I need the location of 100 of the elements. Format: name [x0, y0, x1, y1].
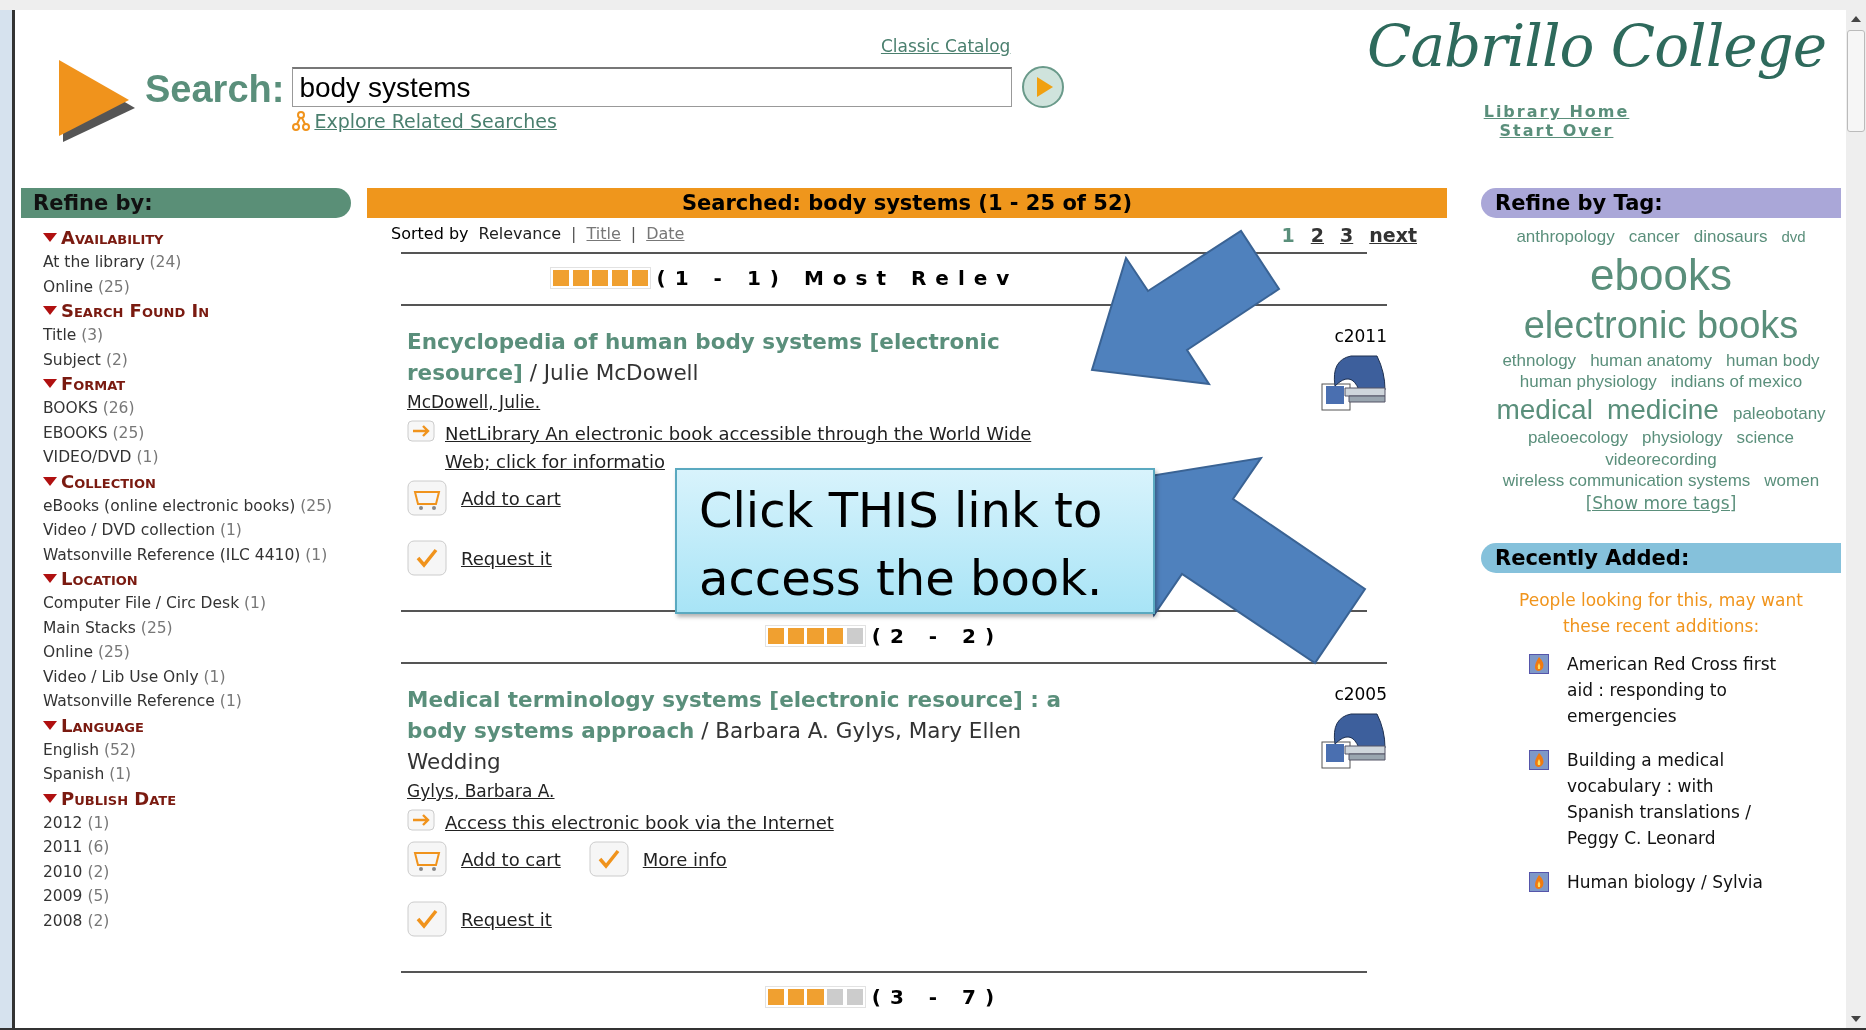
tag-link[interactable]: ethnology	[1502, 349, 1577, 371]
author-link[interactable]: McDowell, Julie.	[407, 392, 541, 412]
page-link[interactable]: 2	[1310, 224, 1324, 246]
tag-link[interactable]: human physiology	[1519, 371, 1657, 393]
facet-heading[interactable]: Location	[61, 567, 138, 591]
scrollbar-thumb[interactable]	[1847, 30, 1865, 132]
classic-catalog-link[interactable]: Classic Catalog	[880, 36, 1011, 56]
next-page-link[interactable]: next	[1369, 224, 1417, 246]
facet-link[interactable]: Watsonville Reference (1)	[43, 689, 351, 714]
go-button[interactable]	[1020, 64, 1067, 110]
facet-heading[interactable]: Collection	[61, 469, 156, 494]
arrow-right-icon	[407, 420, 435, 442]
author-link[interactable]: Gylys, Barbara A.	[407, 781, 555, 801]
facet-link[interactable]: 2012 (1)	[43, 810, 351, 835]
show-more-tags-link[interactable]: [Show more tags]	[1585, 493, 1737, 513]
tag-link[interactable]: electronic books	[1523, 302, 1799, 350]
facet-link[interactable]: EBOOKS (25)	[43, 420, 351, 445]
recent-title-link[interactable]: Building a medical vocabulary : with Spanish translations / Peggy C. Leonard	[1567, 747, 1781, 851]
relevance-heading: (2 - 2)	[871, 624, 1004, 648]
scroll-up-icon[interactable]	[1849, 14, 1863, 24]
facet-link[interactable]: BOOKS (26)	[43, 396, 351, 421]
action-link[interactable]: Request it	[461, 547, 552, 569]
separator: |	[630, 224, 637, 245]
facet-heading[interactable]: Publish Date	[61, 786, 177, 811]
facet-link[interactable]: VIDEO/DVD (1)	[43, 445, 351, 470]
page-link[interactable]: 3	[1340, 224, 1354, 246]
tag-link[interactable]: anthropology	[1516, 226, 1615, 248]
caret-icon[interactable]	[43, 306, 57, 316]
tag-link[interactable]: women	[1764, 469, 1820, 491]
facet-link[interactable]: 2010 (2)	[43, 859, 351, 884]
tag-link[interactable]: dvd	[1781, 228, 1806, 247]
tag-link[interactable]: wireless communication systems	[1502, 469, 1751, 491]
separator: |	[571, 224, 577, 245]
recent-title-link[interactable]: Human biology / Sylvia	[1567, 869, 1763, 895]
facet-link[interactable]: 2011 (6)	[43, 835, 351, 860]
facet-link[interactable]: English (52)	[43, 737, 351, 762]
checkmark-icon[interactable]	[407, 901, 447, 937]
action-link[interactable]: Request it	[461, 908, 552, 930]
facet-link[interactable]: eBooks (online electronic books) (25)	[43, 493, 351, 518]
facet-link[interactable]: Computer File / Circ Desk (1)	[43, 591, 351, 616]
tag-link[interactable]: cancer	[1628, 226, 1680, 248]
caret-icon[interactable]	[43, 233, 57, 243]
facet-link[interactable]: 2008 (2)	[43, 908, 351, 933]
tag-refine-header: Refine by Tag:	[1481, 188, 1841, 218]
caret-icon[interactable]	[43, 379, 57, 389]
tag-link[interactable]: ebooks	[1590, 247, 1732, 303]
facet-link[interactable]: Video / Lib Use Only (1)	[43, 664, 351, 689]
explore-related-link[interactable]: Explore Related Searches	[314, 110, 557, 132]
facet-heading[interactable]: Format	[61, 372, 126, 396]
tag-link[interactable]: videorecording	[1605, 448, 1717, 470]
caret-icon[interactable]	[43, 793, 57, 804]
facet-link[interactable]: At the library (24)	[43, 250, 351, 275]
record-title[interactable]: Encyclopedia of human body systems [electronic resource] / Julie McDowell	[407, 326, 1077, 388]
tag-link[interactable]: medical	[1496, 392, 1593, 428]
library-home-link[interactable]: Library Home	[1483, 102, 1630, 121]
add-to-cart-link[interactable]: Add to cart	[461, 487, 561, 509]
scroll-down-icon[interactable]	[1849, 1014, 1863, 1024]
tag-link[interactable]: medicine	[1606, 392, 1719, 428]
action-link[interactable]: More info	[642, 848, 727, 870]
sort-option[interactable]: Title	[586, 224, 621, 246]
facet-link[interactable]: Title (3)	[43, 323, 351, 348]
caret-icon[interactable]	[43, 476, 57, 487]
access-link[interactable]: Access this electronic book via the Internet	[445, 809, 1055, 837]
facet-link[interactable]: Main Stacks (25)	[43, 615, 351, 640]
record-title[interactable]: Medical terminology systems [electronic resource] : a body systems approach / Barbara A. Gylys, Mary Ellen Wedding	[407, 684, 1077, 777]
tag-link[interactable]: paleoecology	[1527, 427, 1629, 449]
facet-link[interactable]: Video / DVD collection (1)	[43, 518, 351, 543]
recent-title-link[interactable]: American Red Cross first aid : responding to emergencies	[1567, 651, 1781, 729]
page-link[interactable]: 1	[1281, 224, 1295, 246]
tag-link[interactable]: paleobotany	[1732, 403, 1826, 425]
checkmark-icon[interactable]	[407, 540, 447, 576]
search-field[interactable]: body systems	[292, 67, 1013, 107]
tag-link[interactable]: science	[1736, 427, 1795, 449]
caret-icon[interactable]	[43, 720, 57, 731]
relevance-heading: (1 - 1) Most Relev	[656, 266, 1019, 290]
sort-option[interactable]: Relevance	[478, 224, 562, 246]
tag-link[interactable]: human anatomy	[1590, 349, 1713, 371]
facet-link[interactable]: Online (25)	[43, 274, 351, 299]
sort-option[interactable]: Date	[646, 224, 685, 246]
facet-link[interactable]: 2009 (5)	[43, 884, 351, 909]
facet-link[interactable]: Spanish (1)	[43, 762, 351, 787]
facet-link[interactable]: Online (25)	[43, 640, 351, 665]
facet-link[interactable]: Watsonville Reference (ILC 4410) (1)	[43, 542, 351, 567]
sorted-by-label: Sorted by	[391, 224, 469, 245]
tag-link[interactable]: human body	[1726, 349, 1820, 371]
start-over-link[interactable]: Start Over	[1499, 121, 1614, 140]
checkmark-icon[interactable]	[588, 841, 629, 877]
facet-heading[interactable]: Language	[61, 713, 144, 738]
caret-icon[interactable]	[43, 574, 57, 584]
flame-icon	[1529, 654, 1549, 674]
facet-heading[interactable]: Search Found In	[61, 299, 210, 323]
facet-link[interactable]: Subject (2)	[43, 347, 351, 372]
tag-link[interactable]: physiology	[1642, 427, 1723, 449]
recently-added-header: Recently Added:	[1481, 543, 1841, 573]
add-to-cart-link[interactable]: Add to cart	[461, 848, 561, 870]
tag-link[interactable]: indians of mexico	[1670, 371, 1803, 393]
relevance-heading: (3 - 7)	[871, 985, 1004, 1009]
tag-link[interactable]: dinosaurs	[1693, 226, 1768, 248]
facet-heading[interactable]: Availability	[61, 226, 164, 250]
college-logo[interactable]: Cabrillo College	[1367, 12, 1826, 80]
